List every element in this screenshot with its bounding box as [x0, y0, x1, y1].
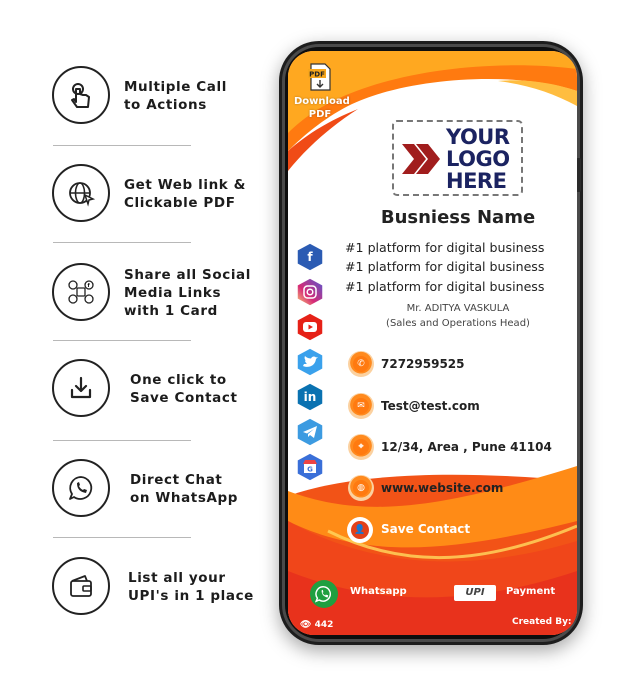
download-icon [52, 359, 110, 417]
divider [53, 145, 191, 146]
email-icon[interactable]: ✉ [348, 393, 374, 419]
view-count: 👁 442 [300, 620, 334, 630]
facebook-icon[interactable]: f [295, 242, 325, 272]
location-icon[interactable]: ⌖ [348, 434, 374, 460]
email-address[interactable]: Test@test.com [381, 399, 480, 413]
instagram-icon[interactable] [295, 277, 325, 307]
view-count-value: 442 [314, 620, 334, 630]
upi-logo: UPI [454, 585, 496, 601]
tagline: #1 platform for digital business [345, 279, 545, 294]
add-contact-icon: 👤 [347, 517, 373, 543]
svg-text:f: f [88, 283, 91, 289]
phone-icon[interactable]: ✆ [348, 351, 374, 377]
divider [53, 537, 191, 538]
twitter-icon[interactable] [295, 347, 325, 377]
feature-label: Share all Social Media Links with 1 Card [124, 267, 251, 319]
feature-label: Get Web link & Clickable PDF [124, 177, 247, 211]
website-icon[interactable]: ◍ [348, 475, 374, 501]
feature-label: One click to Save Contact [130, 372, 238, 406]
touch-hand-icon [52, 66, 110, 124]
logo-placeholder: YOUR LOGO HERE [392, 120, 523, 196]
phone-number[interactable]: 7272959525 [381, 357, 465, 371]
logo-text: YOUR LOGO HERE [446, 125, 510, 193]
digital-card-screen[interactable]: PDF Download PDF YOUR LOGO HERE Busniess Na… [288, 51, 577, 635]
tagline: #1 platform for digital business [345, 259, 545, 274]
feature-upi-list: List all your UPI's in 1 place [52, 557, 254, 617]
chevron-logo-icon [402, 144, 440, 174]
bottom-bar: Whatsapp UPI Payment 👁 442 Created By: A [288, 571, 577, 635]
divider [53, 440, 191, 441]
feature-whatsapp-chat: Direct Chat on WhatsApp [52, 459, 252, 519]
svg-text:PDF: PDF [309, 71, 325, 79]
address[interactable]: 12/34, Area , Pune 41104 [381, 440, 552, 454]
pdf-file-icon: PDF [308, 63, 331, 91]
svg-text:G: G [307, 466, 313, 474]
google-business-icon[interactable]: G [295, 452, 325, 482]
feature-label: Direct Chat on WhatsApp [130, 472, 239, 506]
website-link[interactable]: www.website.com [381, 481, 503, 495]
social-media-icon: f [52, 263, 110, 321]
wallet-icon [52, 557, 110, 615]
feature-label: List all your UPI's in 1 place [128, 570, 254, 604]
feature-web-link: Get Web link & Clickable PDF [52, 164, 252, 224]
divider [53, 242, 191, 243]
whatsapp-label[interactable]: Whatsapp [350, 586, 407, 597]
feature-multiple-cta: Multiple Call to Actions [52, 66, 252, 126]
promo-page: Multiple Call to Actions Get Web link & Cl… [0, 0, 635, 682]
telegram-icon[interactable] [295, 417, 325, 447]
divider [53, 340, 191, 341]
whatsapp-button-icon[interactable] [310, 580, 338, 608]
created-by: Created By: A [512, 617, 577, 627]
feature-save-contact: One click to Save Contact [52, 359, 252, 419]
business-name: Busniess Name [380, 207, 536, 228]
download-pdf-button[interactable]: PDF Download PDF [294, 63, 350, 121]
linkedin-icon[interactable]: in [295, 382, 325, 412]
download-pdf-label: Download PDF [294, 96, 350, 120]
person-name: Mr. ADITYA VASKULA [406, 303, 510, 314]
save-contact-label: Save Contact [381, 522, 471, 536]
person-title: (Sales and Operations Head) [386, 318, 530, 329]
feature-label: Multiple Call to Actions [124, 79, 227, 113]
feature-social-links: f Share all Social Media Links with 1 Card [52, 263, 252, 323]
youtube-icon[interactable] [295, 312, 325, 342]
payment-label[interactable]: Payment [506, 586, 555, 597]
whatsapp-icon [52, 459, 110, 517]
globe-cursor-icon [52, 164, 110, 222]
tagline: #1 platform for digital business [345, 240, 545, 255]
